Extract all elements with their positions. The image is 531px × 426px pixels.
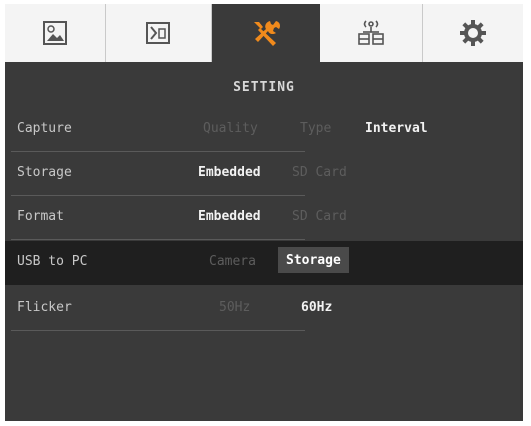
settings-screen: SETTING Capture Quality Type Interval St… xyxy=(5,4,523,421)
setting-row-storage[interactable]: Storage Embedded SD Card xyxy=(5,152,523,196)
format-option-sd-card[interactable]: SD Card xyxy=(292,209,347,224)
image-capture-icon xyxy=(43,21,67,45)
setting-row-flicker[interactable]: Flicker 50Hz 60Hz xyxy=(5,287,523,331)
usb-option-camera[interactable]: Camera xyxy=(209,254,256,269)
storage-option-sd-card[interactable]: SD Card xyxy=(292,165,347,180)
gear-icon xyxy=(460,20,486,46)
capture-option-interval[interactable]: Interval xyxy=(365,121,428,136)
row-divider xyxy=(11,239,305,240)
usb-option-storage[interactable]: Storage xyxy=(278,247,349,273)
tab-settings[interactable] xyxy=(423,4,523,62)
tab-bar xyxy=(5,4,523,62)
storage-option-embedded[interactable]: Embedded xyxy=(198,165,261,180)
format-label: Format xyxy=(17,209,64,224)
format-option-embedded[interactable]: Embedded xyxy=(198,209,261,224)
tab-image-capture[interactable] xyxy=(5,4,106,62)
video-playback-icon xyxy=(145,22,170,44)
setting-row-capture[interactable]: Capture Quality Type Interval xyxy=(5,108,523,152)
page-title: SETTING xyxy=(233,80,295,95)
network-icon xyxy=(358,20,384,45)
capture-label: Capture xyxy=(17,121,72,136)
tab-video-playback[interactable] xyxy=(106,4,212,62)
capture-option-type[interactable]: Type xyxy=(300,121,331,136)
setting-row-format[interactable]: Format Embedded SD Card xyxy=(5,196,523,240)
flicker-option-60hz[interactable]: 60Hz xyxy=(301,300,332,315)
usb-to-pc-label: USB to PC xyxy=(17,254,88,269)
tab-network[interactable] xyxy=(320,4,423,62)
capture-option-quality[interactable]: Quality xyxy=(203,121,258,136)
storage-label: Storage xyxy=(17,165,72,180)
setting-row-usb-to-pc[interactable]: USB to PC Camera Storage xyxy=(5,241,523,285)
tab-tools[interactable] xyxy=(212,4,320,62)
tools-icon xyxy=(254,21,280,46)
row-divider xyxy=(11,330,305,331)
flicker-label: Flicker xyxy=(17,300,72,315)
flicker-option-50hz[interactable]: 50Hz xyxy=(219,300,250,315)
